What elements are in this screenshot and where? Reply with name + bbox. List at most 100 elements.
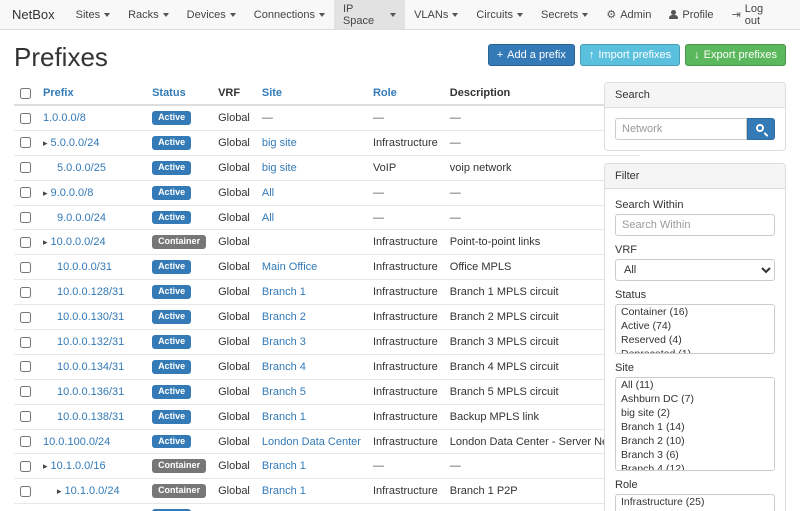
site-link[interactable]: Branch 4: [262, 361, 306, 373]
filter-panel-title: Filter: [605, 164, 785, 189]
row-checkbox[interactable]: [20, 436, 31, 447]
filter-option[interactable]: Ashburn DC (7): [616, 392, 774, 406]
column-header-prefix[interactable]: Prefix: [37, 82, 146, 105]
site-link[interactable]: Branch 1: [262, 411, 306, 423]
site-link[interactable]: Main Office: [262, 261, 317, 273]
column-header-role[interactable]: Role: [367, 82, 444, 105]
export-prefixes-button[interactable]: ↓Export prefixes: [685, 44, 786, 66]
navbar-brand[interactable]: NetBox: [10, 0, 67, 29]
prefix-link[interactable]: 10.0.0.130/31: [57, 311, 124, 323]
nav-item-secrets[interactable]: Secrets: [532, 0, 597, 29]
site-link[interactable]: All: [262, 187, 274, 199]
row-checkbox[interactable]: [20, 187, 31, 198]
nav-item-ip-space[interactable]: IP Space: [334, 0, 405, 29]
import-prefixes-button[interactable]: ↑Import prefixes: [580, 44, 680, 66]
site-link[interactable]: Branch 1: [262, 460, 306, 472]
nav-item-circuits[interactable]: Circuits: [467, 0, 532, 29]
row-checkbox[interactable]: [20, 212, 31, 223]
filter-option[interactable]: Deprecated (1): [616, 347, 774, 354]
site-link[interactable]: big site: [262, 162, 297, 174]
column-header-status[interactable]: Status: [146, 82, 212, 105]
site-link[interactable]: Branch 2: [262, 311, 306, 323]
prefix-table-wrap: PrefixStatusVRFSiteRoleDescription 1.0.0…: [14, 82, 588, 511]
site-link[interactable]: Branch 5: [262, 386, 306, 398]
site-link[interactable]: big site: [262, 137, 297, 149]
row-checkbox[interactable]: [20, 262, 31, 273]
prefix-link[interactable]: 10.0.0.134/31: [57, 361, 124, 373]
prefix-link[interactable]: 1.0.0.0/8: [43, 112, 86, 124]
search-input[interactable]: [615, 118, 747, 140]
row-checkbox[interactable]: [20, 237, 31, 248]
column-header-site[interactable]: Site: [256, 82, 367, 105]
site-link[interactable]: All: [262, 212, 274, 224]
prefix-cell: 5.0.0.0/25: [37, 155, 146, 180]
row-checkbox[interactable]: [20, 461, 31, 472]
select-all-checkbox[interactable]: [20, 88, 31, 99]
vrf-cell: Global: [212, 105, 256, 130]
nav-item-connections[interactable]: Connections: [245, 0, 334, 29]
prefix-link[interactable]: 10.1.0.0/16: [51, 460, 106, 472]
prefix-indent: ▸10.1.0.0/16: [43, 460, 106, 472]
role-cell: Infrastructure: [367, 330, 444, 355]
filter-option[interactable]: big site (2): [616, 406, 774, 420]
expand-caret-icon[interactable]: ▸: [43, 237, 48, 247]
expand-caret-icon[interactable]: ▸: [43, 188, 48, 198]
status-cell: Active: [146, 180, 212, 205]
prefix-link[interactable]: 9.0.0.0/24: [57, 212, 106, 224]
row-checkbox[interactable]: [20, 486, 31, 497]
nav-item-vlans[interactable]: VLANs: [405, 0, 467, 29]
nav-item-sites[interactable]: Sites: [67, 0, 119, 29]
row-checkbox[interactable]: [20, 361, 31, 372]
nav-item-devices[interactable]: Devices: [178, 0, 245, 29]
row-checkbox[interactable]: [20, 137, 31, 148]
row-checkbox[interactable]: [20, 337, 31, 348]
prefix-link[interactable]: 10.0.0.138/31: [57, 411, 124, 423]
vrf-cell: Global: [212, 504, 256, 511]
prefix-link[interactable]: 10.1.0.0/24: [65, 485, 120, 497]
status-filter-listbox[interactable]: Container (16)Active (74)Reserved (4)Dep…: [615, 304, 775, 354]
prefix-link[interactable]: 10.0.0.136/31: [57, 386, 124, 398]
site-link[interactable]: Branch 3: [262, 336, 306, 348]
nav-item-profile[interactable]: Profile: [660, 0, 722, 29]
row-checkbox[interactable]: [20, 312, 31, 323]
filter-option[interactable]: Branch 3 (6): [616, 448, 774, 462]
filter-option[interactable]: All (11): [616, 378, 774, 392]
prefix-link[interactable]: 10.0.0.0/31: [57, 261, 112, 273]
prefix-link[interactable]: 9.0.0.0/8: [51, 187, 94, 199]
filter-option[interactable]: Branch 4 (12): [616, 462, 774, 471]
filter-option[interactable]: Container (16): [616, 305, 774, 319]
nav-item-log-out[interactable]: ⇥Log out: [723, 0, 790, 29]
filter-option[interactable]: Reserved (4): [616, 333, 774, 347]
filter-option[interactable]: Branch 2 (10): [616, 434, 774, 448]
expand-caret-icon[interactable]: ▸: [43, 138, 48, 148]
prefix-link[interactable]: 10.0.0.0/24: [51, 236, 106, 248]
vrf-select[interactable]: All: [615, 259, 775, 281]
select-cell: [14, 230, 37, 255]
filter-option[interactable]: Active (74): [616, 319, 774, 333]
filter-option[interactable]: Infrastructure (25): [616, 495, 774, 509]
prefix-link[interactable]: 10.0.0.132/31: [57, 336, 124, 348]
nav-item-racks[interactable]: Racks: [119, 0, 178, 29]
prefix-link[interactable]: 10.0.100.0/24: [43, 436, 110, 448]
expand-caret-icon[interactable]: ▸: [57, 486, 62, 496]
row-checkbox[interactable]: [20, 411, 31, 422]
row-checkbox[interactable]: [20, 287, 31, 298]
prefix-link[interactable]: 5.0.0.0/24: [51, 137, 100, 149]
prefix-link[interactable]: 10.0.0.128/31: [57, 286, 124, 298]
filter-option[interactable]: Branch 1 (14): [616, 420, 774, 434]
site-link[interactable]: Branch 1: [262, 286, 306, 298]
site-link[interactable]: Branch 1: [262, 485, 306, 497]
add-prefix-button[interactable]: +Add a prefix: [488, 44, 575, 66]
search-within-input[interactable]: [615, 214, 775, 236]
site-link[interactable]: London Data Center: [262, 436, 361, 448]
site-filter-listbox[interactable]: All (11)Ashburn DC (7)big site (2)Branch…: [615, 377, 775, 471]
prefix-indent: ▸10.0.0.0/24: [43, 236, 106, 248]
search-button[interactable]: [747, 118, 775, 140]
row-checkbox[interactable]: [20, 162, 31, 173]
role-filter-listbox[interactable]: Infrastructure (25)Management (8)Private…: [615, 494, 775, 511]
row-checkbox[interactable]: [20, 113, 31, 124]
nav-item-admin[interactable]: ⚙Admin: [597, 0, 660, 29]
expand-caret-icon[interactable]: ▸: [43, 461, 48, 471]
prefix-link[interactable]: 5.0.0.0/25: [57, 162, 106, 174]
row-checkbox[interactable]: [20, 386, 31, 397]
